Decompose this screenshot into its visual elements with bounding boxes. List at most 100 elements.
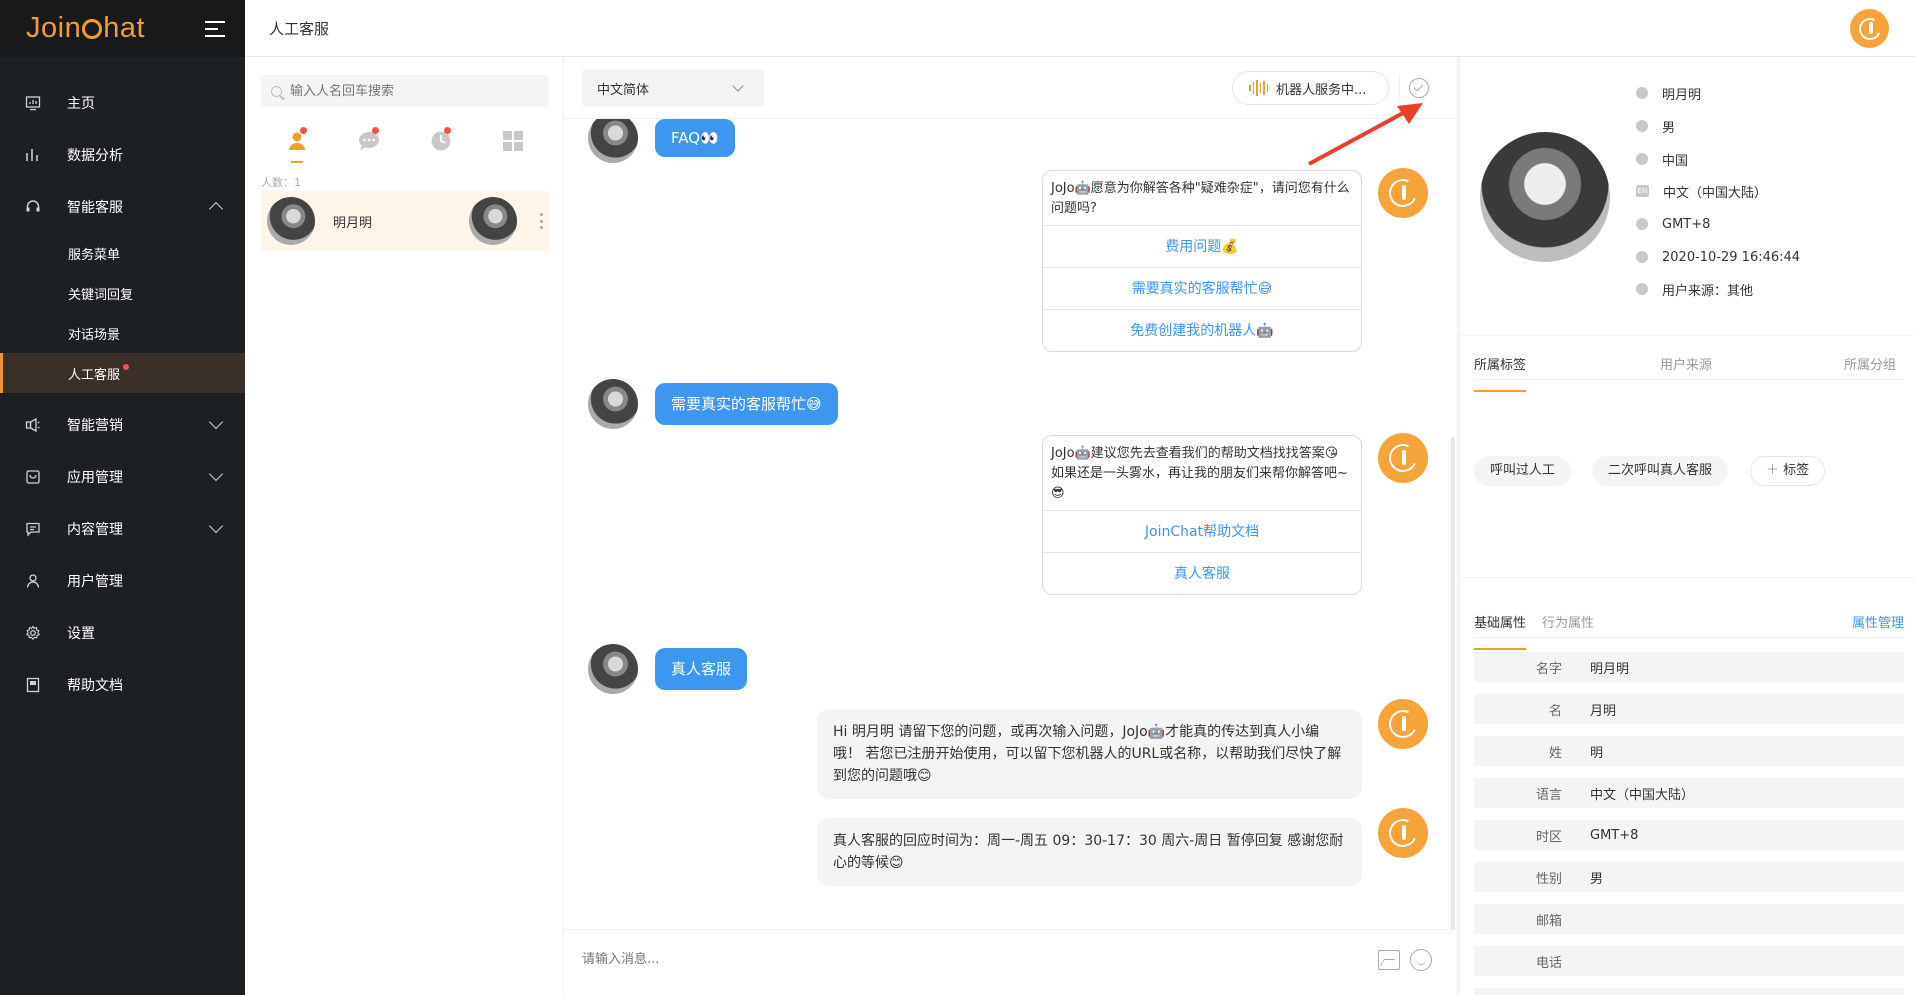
language-select[interactable]: 中文简体	[582, 69, 764, 107]
source-icon	[1636, 283, 1648, 295]
attribute-value: 明月明	[1590, 661, 1630, 677]
bar-chart-icon	[24, 146, 42, 164]
profile-datetime: 2020-10-29 16:46:44	[1662, 249, 1801, 265]
bot-avatar	[1378, 168, 1428, 218]
tag-pill[interactable]: 呼叫过人工	[1474, 456, 1572, 486]
add-tag-button[interactable]: ＋ 标签	[1750, 456, 1826, 486]
conversation-item[interactable]: 明月明	[261, 191, 549, 251]
page-title: 人工客服	[269, 19, 330, 38]
book-icon	[24, 676, 42, 694]
chevron-up-icon	[208, 201, 224, 217]
tab-user-source[interactable]: 用户来源	[1660, 354, 1712, 373]
joinchat-logo[interactable]: Join hat	[26, 12, 145, 45]
profile-photo	[1480, 132, 1610, 262]
attribute-key: 语言	[1535, 787, 1562, 803]
attribute-value: 男	[1590, 871, 1604, 887]
more-vertical-icon[interactable]	[540, 213, 543, 229]
bot-card: JoJo🤖愿意为你解答各种"疑难杂症"，请问您有什么问题吗? 费用问题💰 需要真…	[1042, 170, 1362, 352]
divider	[1460, 335, 1915, 336]
scrollbar[interactable]	[1451, 437, 1455, 929]
attribute-key: 名	[1548, 703, 1562, 719]
sub-item-live-agent[interactable]: 人工客服	[0, 353, 245, 393]
conversation-search[interactable]	[261, 75, 549, 107]
menu-toggle-icon[interactable]	[205, 20, 225, 37]
nav-item-smart-service[interactable]: 智能客服	[0, 181, 245, 233]
message-input[interactable]	[582, 952, 1342, 967]
nav-item-label: 智能营销	[67, 418, 123, 434]
profile-name-row: 明月明	[1636, 83, 1701, 103]
attribute-value: 明	[1590, 745, 1604, 761]
user-avatar	[588, 644, 638, 694]
tab-all[interactable]	[477, 119, 549, 163]
nav-item-user-management[interactable]: 用户管理	[0, 555, 245, 607]
card-text-line: 如果还是一头雾水，再让我的朋友们来帮你解答吧~😎	[1051, 466, 1348, 501]
nav-item-analytics[interactable]: 数据分析	[0, 129, 245, 181]
header-divider	[1399, 75, 1400, 101]
nav-item-help-docs[interactable]: 帮助文档	[0, 659, 245, 711]
card-option-button[interactable]: 需要真实的客服帮忙😅	[1043, 267, 1361, 309]
profile-language-row: EN 中文（中国大陆）	[1636, 181, 1767, 201]
notification-dot	[372, 127, 379, 134]
chat-input-area	[564, 929, 1457, 995]
divider	[1460, 577, 1915, 578]
profile-gender: 男	[1662, 120, 1676, 136]
monitor-icon	[24, 94, 42, 112]
nav-item-settings[interactable]: 设置	[0, 607, 245, 659]
tab-users[interactable]	[261, 119, 333, 163]
tab-group[interactable]: 所属分组	[1844, 354, 1896, 373]
card-text: JoJo🤖愿意为你解答各种"疑难杂症"，请问您有什么问题吗?	[1051, 181, 1350, 216]
attribute-row: 性别 男	[1474, 862, 1904, 892]
emoji-icon[interactable]	[1410, 949, 1432, 971]
card-option-button[interactable]: JoinChat帮助文档	[1043, 510, 1361, 552]
attribute-value: 中文（中国大陆）	[1590, 787, 1695, 803]
message-user: 需要真实的客服帮忙😅	[588, 379, 838, 429]
attribute-manage-link[interactable]: 属性管理	[1852, 612, 1904, 631]
message-bubble: FAQ👀	[655, 119, 735, 157]
sub-item-keyword-reply[interactable]: 关键词回复	[0, 273, 245, 313]
profile-source-row: 用户来源：其他	[1636, 279, 1753, 299]
profile-country-row: 中国	[1636, 149, 1688, 169]
nav-item-home[interactable]: 主页	[0, 77, 245, 129]
nav-item-label: 帮助文档	[67, 678, 123, 694]
search-input[interactable]	[290, 83, 530, 99]
message-bubble: 真人客服	[655, 648, 748, 690]
user-profile-panel: 明月明 男 中国 EN 中文（中国大陆） GMT+8 2020-10-29 16:…	[1460, 57, 1915, 995]
divider	[1474, 637, 1904, 638]
bot-avatar	[1378, 699, 1428, 749]
card-text-line: JoJo🤖建议您先去查看我们的帮助文档找找答案😘	[1051, 446, 1339, 461]
notification-dot	[123, 364, 130, 370]
conversation-tabs	[261, 119, 549, 163]
tag-pill[interactable]: 二次呼叫真人客服	[1592, 456, 1729, 486]
bot-status-label: 机器人服务中...	[1276, 82, 1367, 98]
chevron-down-icon	[208, 518, 224, 534]
bot-card: JoJo🤖建议您先去查看我们的帮助文档找找答案😘 如果还是一头雾水，再让我的朋友…	[1042, 435, 1362, 595]
card-option-button[interactable]: 真人客服	[1043, 552, 1361, 594]
attribute-key: 姓	[1548, 745, 1562, 761]
divider	[1474, 379, 1904, 380]
message-user: 真人客服	[588, 644, 748, 694]
image-icon[interactable]	[1378, 950, 1400, 970]
nav-item-label: 应用管理	[67, 470, 123, 486]
attribute-key: 邮箱	[1535, 913, 1562, 929]
chat-messages: FAQ👀 JoJo🤖愿意为你解答各种"疑难杂症"，请问您有什么问题吗? 费用问题…	[564, 119, 1457, 929]
nav-item-content-management[interactable]: 内容管理	[0, 503, 245, 555]
card-option-button[interactable]: 免费创建我的机器人🤖	[1043, 309, 1361, 351]
user-avatar	[267, 197, 315, 245]
gender-icon	[1636, 120, 1648, 132]
sub-item-dialog-scene[interactable]: 对话场景	[0, 313, 245, 353]
nav-item-label: 主页	[67, 96, 95, 112]
account-avatar[interactable]	[1850, 9, 1889, 48]
sub-item-service-menu[interactable]: 服务菜单	[0, 233, 245, 273]
language-value: 中文简体	[597, 82, 650, 98]
nav-item-marketing[interactable]: 智能营销	[0, 399, 245, 451]
card-option-button[interactable]: 费用问题💰	[1043, 225, 1361, 267]
sidebar: Join hat 主页 数据分析 智能客服 服务菜单 关键词回复 对话场景 人工客…	[0, 0, 245, 995]
profile-source: 用户来源：其他	[1662, 283, 1754, 299]
chevron-down-icon	[732, 80, 744, 92]
tab-messages[interactable]	[333, 119, 405, 163]
user-avatar	[588, 379, 638, 429]
check-circle-icon[interactable]	[1409, 78, 1429, 98]
conversation-panel: 人数：1 明月明	[245, 57, 564, 995]
nav-item-app-management[interactable]: 应用管理	[0, 451, 245, 503]
tab-history[interactable]	[405, 119, 477, 163]
